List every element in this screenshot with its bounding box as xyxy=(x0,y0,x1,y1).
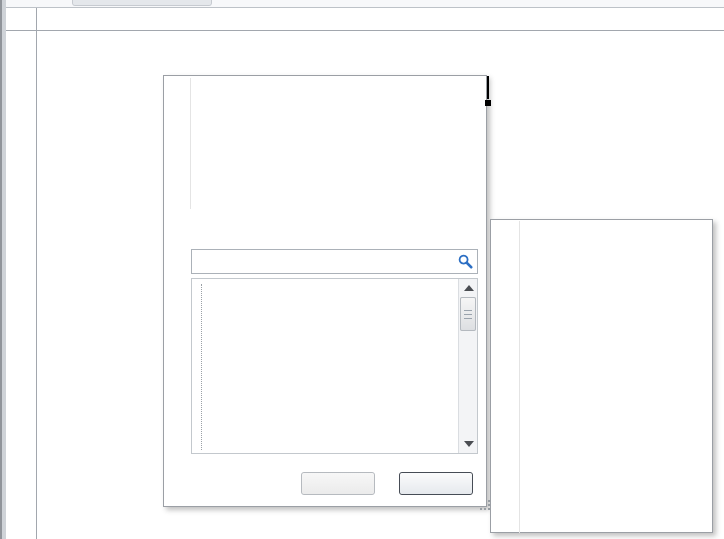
scroll-thumb[interactable] xyxy=(460,297,476,331)
top-chrome-fragment xyxy=(72,0,212,6)
scroll-up-icon[interactable] xyxy=(464,285,474,291)
menu-icon-gutter xyxy=(190,78,191,209)
search-icon xyxy=(458,254,473,269)
left-window-edge xyxy=(0,0,6,539)
list-scrollbar[interactable] xyxy=(458,279,477,453)
cancel-button[interactable] xyxy=(399,472,473,495)
active-cell-fill-handle[interactable] xyxy=(485,100,491,106)
scroll-down-icon[interactable] xyxy=(464,441,474,447)
filter-dropdown-panel xyxy=(163,75,487,507)
number-filters-submenu xyxy=(490,219,713,533)
submenu-icon-gutter xyxy=(519,221,520,533)
search-input[interactable] xyxy=(191,249,478,274)
resize-grip-icon[interactable] xyxy=(480,500,482,502)
ok-button[interactable] xyxy=(301,472,375,495)
active-cell-border xyxy=(487,76,489,99)
header-divider xyxy=(6,30,724,31)
filter-value-list xyxy=(191,278,478,454)
tree-line xyxy=(201,284,202,450)
row-header-divider xyxy=(36,8,37,539)
excel-window xyxy=(0,0,724,539)
